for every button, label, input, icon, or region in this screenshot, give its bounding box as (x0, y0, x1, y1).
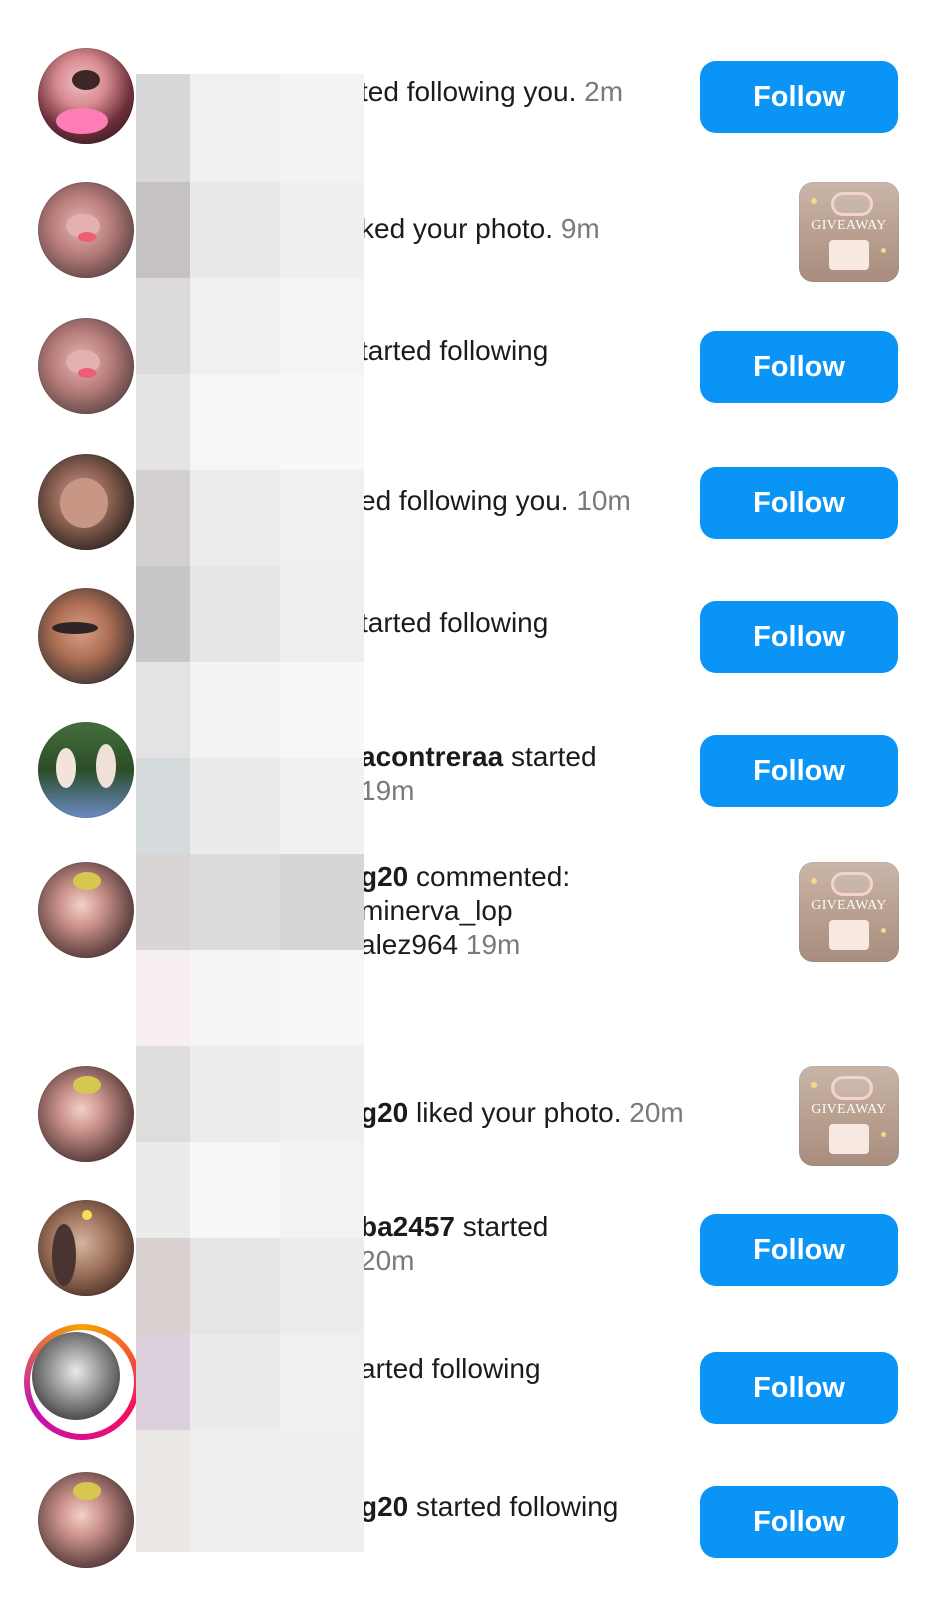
notification-username[interactable]: g20 (360, 1491, 408, 1522)
avatar[interactable] (38, 1200, 134, 1296)
follow-button[interactable]: Follow (700, 1214, 898, 1286)
comment-line-2: minerva_lop (360, 895, 513, 926)
follow-button[interactable]: Follow (700, 331, 898, 403)
notification-text: ted following you. 2m (360, 75, 680, 109)
redacted-name-overlay (136, 74, 364, 1552)
notification-main-text: liked your photo. (408, 1097, 622, 1128)
gift-box-icon (829, 240, 869, 270)
notification-time: 20m (360, 1245, 415, 1276)
notification-username[interactable]: ba2457 (360, 1211, 455, 1242)
avatar[interactable] (38, 588, 134, 684)
notification-text: acontreraa started 19m (360, 740, 680, 808)
avatar[interactable] (38, 1472, 134, 1568)
notification-main-text: started (454, 1211, 549, 1242)
notification-time: 9m (560, 213, 600, 244)
notification-text: ba2457 started 20m (360, 1210, 680, 1278)
avatar[interactable] (38, 862, 134, 958)
notification-time: 19m (360, 775, 415, 806)
post-thumbnail[interactable]: GIVEAWAY (799, 1066, 899, 1166)
follow-button[interactable]: Follow (700, 467, 898, 539)
notification-main-text: started following (408, 1491, 619, 1522)
post-thumbnail[interactable]: GIVEAWAY (799, 182, 899, 282)
notification-text: g20 commented: minerva_lop alez964 19m (360, 860, 680, 962)
sparkle-icon (811, 1082, 817, 1088)
notification-username[interactable]: g20 (360, 861, 408, 892)
notification-main-text: tarted following (360, 607, 549, 638)
notification-main-text: tarted following (360, 335, 549, 366)
follow-button[interactable]: Follow (700, 601, 898, 673)
notification-main-text: ked your photo. (360, 213, 554, 244)
notification-main-text: commented: (408, 861, 571, 892)
thumbnail-text: GIVEAWAY (811, 1102, 887, 1117)
avatar[interactable] (38, 48, 134, 144)
story-avatar[interactable] (24, 1324, 140, 1440)
notification-main-text: ted following you. (360, 76, 577, 107)
avatar[interactable] (32, 1332, 120, 1420)
notification-time: 20m (629, 1097, 684, 1128)
gift-box-icon (829, 1124, 869, 1154)
notification-text: tarted following (360, 334, 680, 368)
notification-username[interactable]: acontreraa (360, 741, 503, 772)
notification-text: arted following (360, 1352, 680, 1386)
notification-main-text: arted following (360, 1353, 541, 1384)
sparkle-icon (881, 248, 886, 253)
sparkle-icon (811, 198, 817, 204)
gift-box-icon (829, 920, 869, 950)
notification-main-text: started (503, 741, 597, 772)
gift-bow-icon (831, 1076, 873, 1100)
notification-text: g20 liked your photo. 20m (360, 1096, 684, 1130)
notification-username[interactable]: g20 (360, 1097, 408, 1128)
avatar[interactable] (38, 182, 134, 278)
sparkle-icon (811, 878, 817, 884)
avatar[interactable] (38, 318, 134, 414)
sparkle-icon (881, 928, 886, 933)
thumbnail-text: GIVEAWAY (811, 218, 887, 233)
gift-bow-icon (831, 192, 873, 216)
follow-button[interactable]: Follow (700, 61, 898, 133)
avatar[interactable] (38, 722, 134, 818)
sparkle-icon (881, 1132, 886, 1137)
notification-text: g20 started following (360, 1490, 680, 1524)
thumbnail-text: GIVEAWAY (811, 898, 887, 913)
notifications-page: ted following you. 2m Follow ked your ph… (0, 0, 936, 1600)
notification-text: ked your photo. 9m (360, 212, 680, 246)
avatar[interactable] (38, 1066, 134, 1162)
comment-line-3: alez964 (360, 929, 459, 960)
notification-text: ed following you. 10m (360, 484, 680, 518)
follow-button[interactable]: Follow (700, 735, 898, 807)
notification-time: 10m (576, 485, 631, 516)
notification-text: tarted following (360, 606, 680, 640)
post-thumbnail[interactable]: GIVEAWAY (799, 862, 899, 962)
follow-button[interactable]: Follow (700, 1352, 898, 1424)
notification-main-text: ed following you. (360, 485, 569, 516)
notification-time: 2m (584, 76, 624, 107)
notification-time: 19m (465, 929, 521, 960)
follow-button[interactable]: Follow (700, 1486, 898, 1558)
gift-bow-icon (831, 872, 873, 896)
avatar[interactable] (38, 454, 134, 550)
